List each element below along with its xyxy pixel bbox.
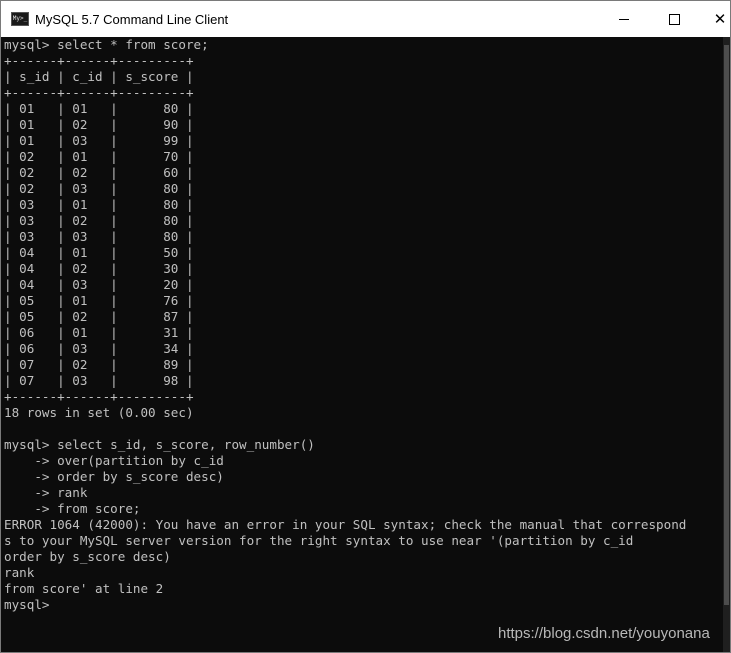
console-line: | 05 | 01 | 76 | (4, 293, 194, 308)
console-output[interactable]: mysql> select * from score; +------+----… (4, 37, 724, 652)
console-line: +------+------+---------+ (4, 53, 194, 68)
console-line: s to your MySQL server version for the r… (4, 533, 634, 548)
close-icon: ✕ (713, 9, 727, 28)
console-line: | 06 | 01 | 31 | (4, 325, 194, 340)
minimize-button[interactable] (601, 1, 647, 37)
console-line: -> over(partition by c_id (4, 453, 224, 468)
console-line: | 01 | 03 | 99 | (4, 133, 194, 148)
console-line: | 06 | 03 | 34 | (4, 341, 194, 356)
title-bar[interactable]: My>_ MySQL 5.7 Command Line Client ✕ (1, 1, 730, 37)
console-line: | 03 | 01 | 80 | (4, 197, 194, 212)
scrollbar-thumb[interactable] (724, 45, 729, 605)
console-line: 18 rows in set (0.00 sec) (4, 405, 194, 420)
console-line: | 07 | 03 | 98 | (4, 373, 194, 388)
console-line: -> from score; (4, 501, 141, 516)
window-title: MySQL 5.7 Command Line Client (35, 11, 229, 27)
console-line: from score' at line 2 (4, 581, 164, 596)
console-line: +------+------+---------+ (4, 389, 194, 404)
console-line: | 03 | 02 | 80 | (4, 213, 194, 228)
console-line: +------+------+---------+ (4, 85, 194, 100)
console-line: | 02 | 03 | 80 | (4, 181, 194, 196)
console-line: order by s_score desc) (4, 549, 171, 564)
console-line: | 02 | 01 | 70 | (4, 149, 194, 164)
vertical-scrollbar[interactable] (723, 37, 730, 652)
console-line: | 01 | 02 | 90 | (4, 117, 194, 132)
console-line: | 01 | 01 | 80 | (4, 101, 194, 116)
console-line: rank (4, 565, 35, 580)
console-line: | 05 | 02 | 87 | (4, 309, 194, 324)
app-icon-label: My>_ (12, 15, 28, 22)
maximize-icon (668, 13, 680, 25)
console-line: | s_id | c_id | s_score | (4, 69, 194, 84)
close-button[interactable]: ✕ (697, 1, 731, 37)
console-prompt[interactable]: mysql> (4, 597, 724, 613)
console-line: mysql> select * from score; (4, 37, 209, 52)
console-line: -> order by s_score desc) (4, 469, 224, 484)
console-line: | 02 | 02 | 60 | (4, 165, 194, 180)
console-line: -> rank (4, 485, 88, 500)
console-line: | 04 | 02 | 30 | (4, 261, 194, 276)
console-line: | 04 | 01 | 50 | (4, 245, 194, 260)
console-line: | 03 | 03 | 80 | (4, 229, 194, 244)
console-line: ERROR 1064 (42000): You have an error in… (4, 517, 687, 532)
maximize-button[interactable] (651, 1, 697, 37)
mysql-console-icon[interactable]: My>_ (11, 12, 29, 26)
console-line: mysql> select s_id, s_score, row_number(… (4, 437, 315, 452)
console-window: My>_ MySQL 5.7 Command Line Client ✕ mys… (0, 0, 731, 653)
watermark-text: https://blog.csdn.net/youyonana (498, 625, 710, 642)
console-line: | 04 | 03 | 20 | (4, 277, 194, 292)
console-line: | 07 | 02 | 89 | (4, 357, 194, 372)
minimize-icon (619, 18, 629, 20)
